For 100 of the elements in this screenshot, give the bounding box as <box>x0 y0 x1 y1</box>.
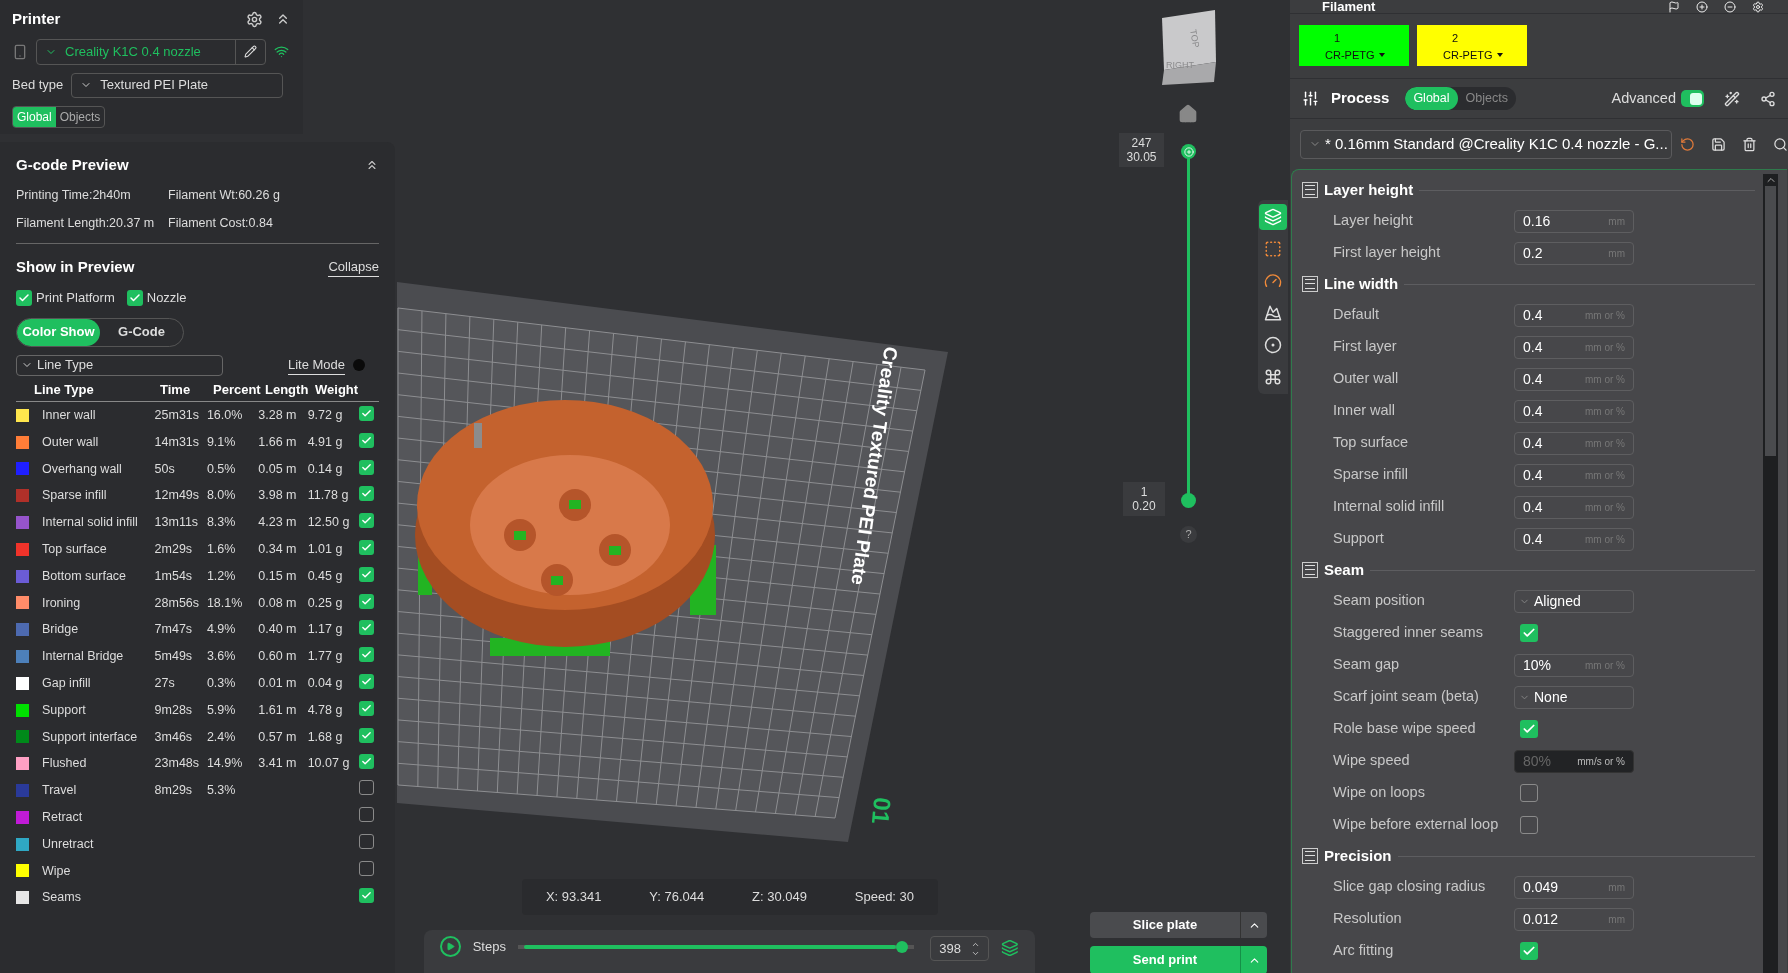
weight-cell-text: 11.78 g <box>307 487 350 505</box>
coordinate-text: Speed: 30 <box>854 888 915 907</box>
percent-cell-text: 2.4% <box>206 728 237 746</box>
layer-number: 247 <box>1130 136 1153 150</box>
visibility-checkbox[interactable] <box>359 647 374 663</box>
terrain-icon <box>1264 304 1282 322</box>
view-tab[interactable]: G-Code <box>100 318 183 346</box>
checkbox[interactable] <box>1520 720 1538 738</box>
scope-tab[interactable]: Objects <box>1457 87 1516 110</box>
percent-cell-text: 8.3% <box>206 514 237 532</box>
checkbox[interactable] <box>126 289 143 306</box>
visibility-checkbox[interactable] <box>359 674 374 689</box>
section-title: Show in Preview <box>16 256 135 277</box>
value-select[interactable]: Aligned <box>1514 589 1634 613</box>
printer-select[interactable]: Creality K1C 0.4 nozzle <box>36 38 266 65</box>
printer-icon <box>12 43 28 60</box>
time-cell-text: 2m29s <box>154 541 194 558</box>
caret-icon <box>1496 53 1503 57</box>
line-type-name: Top surface <box>41 541 108 558</box>
visibility-checkbox[interactable] <box>359 860 374 876</box>
setting-label: Wipe before external loop <box>1332 815 1500 835</box>
help-button[interactable]: ? <box>1180 526 1197 543</box>
play-button[interactable] <box>440 936 461 957</box>
checkbox[interactable] <box>1520 784 1538 802</box>
section-icon <box>1302 182 1318 198</box>
advanced-toggle[interactable] <box>1681 90 1704 107</box>
collapse-link[interactable]: Collapse <box>328 256 379 277</box>
add-icon <box>1696 0 1708 13</box>
visibility-checkbox[interactable] <box>359 806 374 822</box>
visibility-checkbox[interactable] <box>359 780 374 796</box>
line-type-select[interactable]: Line Type <box>16 354 223 376</box>
bed-type-select[interactable]: Textured PEI Plate <box>71 72 284 98</box>
scope-tab[interactable]: Objects <box>55 106 105 127</box>
visibility-checkbox[interactable] <box>359 593 374 609</box>
slider-handle[interactable] <box>1181 493 1196 508</box>
line-type-name: Outer wall <box>41 433 100 451</box>
filament-slot[interactable]: 1 CR-PETG <box>1299 25 1409 66</box>
material-select[interactable]: CR-PETG <box>1443 48 1527 62</box>
line-type-name: Unretract <box>41 835 95 853</box>
visibility-checkbox[interactable] <box>359 432 374 448</box>
frame-icon <box>1264 240 1282 258</box>
visibility-checkbox[interactable] <box>359 754 374 770</box>
value-select[interactable]: None <box>1514 685 1634 709</box>
percent-cell-text: 4.9% <box>206 621 237 639</box>
checkbox[interactable] <box>1520 624 1538 642</box>
scrollbar-thumb[interactable] <box>1765 186 1776 456</box>
setting-label: Wipe on loops <box>1332 783 1426 803</box>
filament-slot[interactable]: 2 CR-PETG <box>1417 25 1527 66</box>
material-select[interactable]: CR-PETG <box>1325 48 1409 62</box>
visibility-checkbox[interactable] <box>359 459 374 475</box>
checkbox[interactable] <box>16 289 32 306</box>
stat-text: Filament Wt:60.26 g <box>168 187 281 204</box>
steps-field[interactable]: 398 <box>930 936 990 961</box>
visibility-checkbox[interactable] <box>359 486 374 502</box>
layers-icon <box>1264 208 1282 226</box>
length-cell-text: 3.28 m <box>258 407 298 424</box>
check-icon <box>361 568 372 580</box>
checkbox-label: Nozzle <box>146 289 187 307</box>
advanced-label: Advanced <box>1611 88 1676 108</box>
visibility-checkbox[interactable] <box>359 513 374 529</box>
layers-icon <box>1001 939 1019 957</box>
share-icon <box>1760 90 1776 107</box>
weight-cell-text: 4.91 g <box>307 433 344 451</box>
setting-label: Seam position <box>1332 591 1426 611</box>
column-header: Line Type <box>34 380 95 399</box>
visibility-checkbox[interactable] <box>359 700 374 716</box>
length-cell-text: 1.66 m <box>258 433 298 451</box>
visibility-checkbox[interactable] <box>359 888 374 904</box>
visibility-checkbox[interactable] <box>359 620 374 636</box>
setting-label: Role base wipe speed <box>1332 719 1477 739</box>
length-cell-text: 0.60 m <box>258 648 298 666</box>
time-cell-text: 23m48s <box>154 755 201 773</box>
visibility-checkbox[interactable] <box>359 540 374 555</box>
slider-handle[interactable] <box>1181 144 1196 159</box>
section-title: Line width <box>1324 273 1399 294</box>
weight-cell-text: 4.78 g <box>307 701 344 719</box>
remove-icon <box>1724 0 1736 13</box>
visibility-checkbox[interactable] <box>359 833 374 849</box>
check-icon <box>361 461 372 473</box>
line-type-name: Support interface <box>41 728 139 746</box>
weight-cell-text: 12.50 g <box>307 514 351 532</box>
percent-cell-text: 9.1% <box>206 433 237 451</box>
line-type-name: Support <box>41 701 87 719</box>
checkbox[interactable] <box>1520 942 1538 960</box>
visibility-checkbox[interactable] <box>359 727 374 743</box>
lite-mode-toggle[interactable] <box>353 359 365 371</box>
weight-cell-text: 1.68 g <box>307 728 344 746</box>
checkbox[interactable] <box>1520 816 1538 834</box>
length-cell-text: 0.15 m <box>258 567 298 585</box>
slice-plate-button[interactable]: Slice plate <box>1090 912 1240 938</box>
setting-label: Support <box>1332 529 1385 549</box>
scrollbar[interactable] <box>1763 174 1778 973</box>
process-preset-select[interactable]: * 0.16mm Standard @Creality K1C 0.4 nozzle - G... <box>1300 129 1673 159</box>
lite-mode-link[interactable]: Lite Mode <box>287 354 345 376</box>
check-icon <box>1522 626 1536 640</box>
column-header: Time <box>160 380 192 399</box>
line-type-name: Inner wall <box>41 407 97 424</box>
percent-cell-text: 0.5% <box>206 460 237 478</box>
visibility-checkbox[interactable] <box>359 566 374 582</box>
visibility-checkbox[interactable] <box>359 406 374 421</box>
